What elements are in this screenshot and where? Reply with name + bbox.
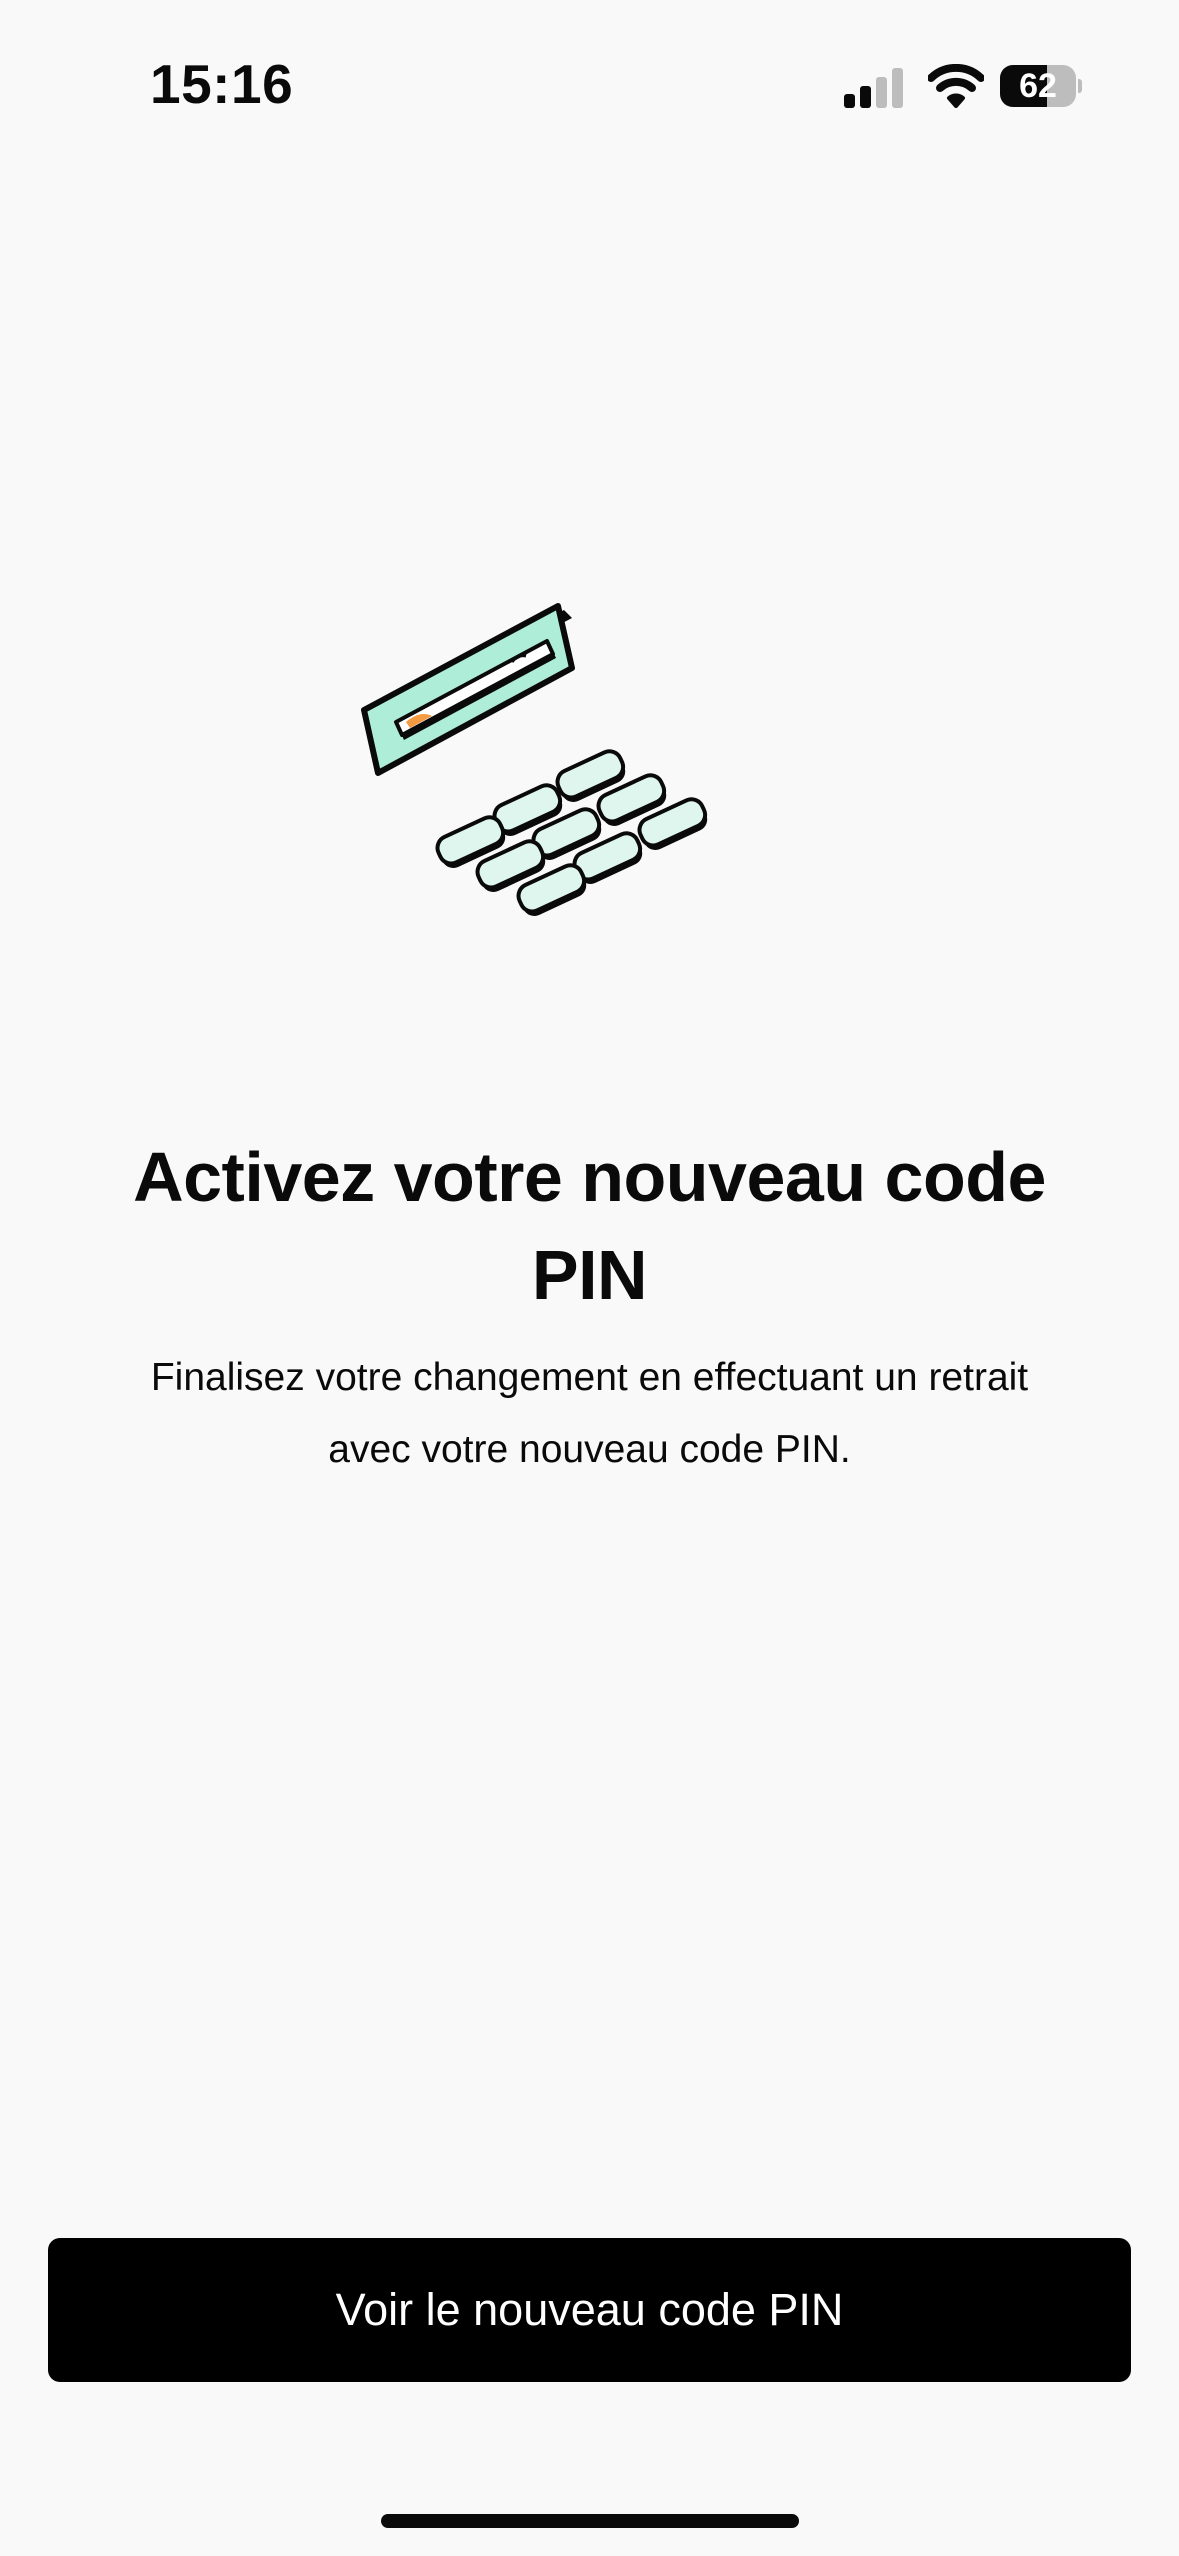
- card-slot: [361, 603, 575, 776]
- status-icons: 62: [840, 60, 1090, 110]
- page-title: Activez votre nouveau code PIN: [133, 1138, 1046, 1314]
- cellular-signal-icon: [844, 68, 903, 108]
- status-time: 15:16: [150, 53, 294, 115]
- battery-icon: 62: [1000, 65, 1082, 107]
- signal-bar-3: [876, 77, 887, 108]
- status-bar: 15:16 62: [0, 0, 1179, 170]
- wifi-icon: [928, 64, 984, 108]
- battery-body: 62: [1000, 65, 1076, 107]
- keypad: [435, 749, 708, 917]
- signal-bar-1: [844, 94, 855, 108]
- battery-cap: [1078, 79, 1082, 93]
- signal-bar-4: [892, 68, 903, 108]
- atm-card-keypad-icon: [361, 603, 708, 917]
- home-indicator[interactable]: [381, 2514, 799, 2528]
- page-description: Finalisez votre changement en effectuant…: [150, 1356, 1029, 1471]
- view-new-pin-button[interactable]: Voir le nouveau code PIN: [48, 2238, 1131, 2382]
- signal-bar-2: [860, 86, 871, 108]
- battery-level: 62: [1019, 67, 1057, 105]
